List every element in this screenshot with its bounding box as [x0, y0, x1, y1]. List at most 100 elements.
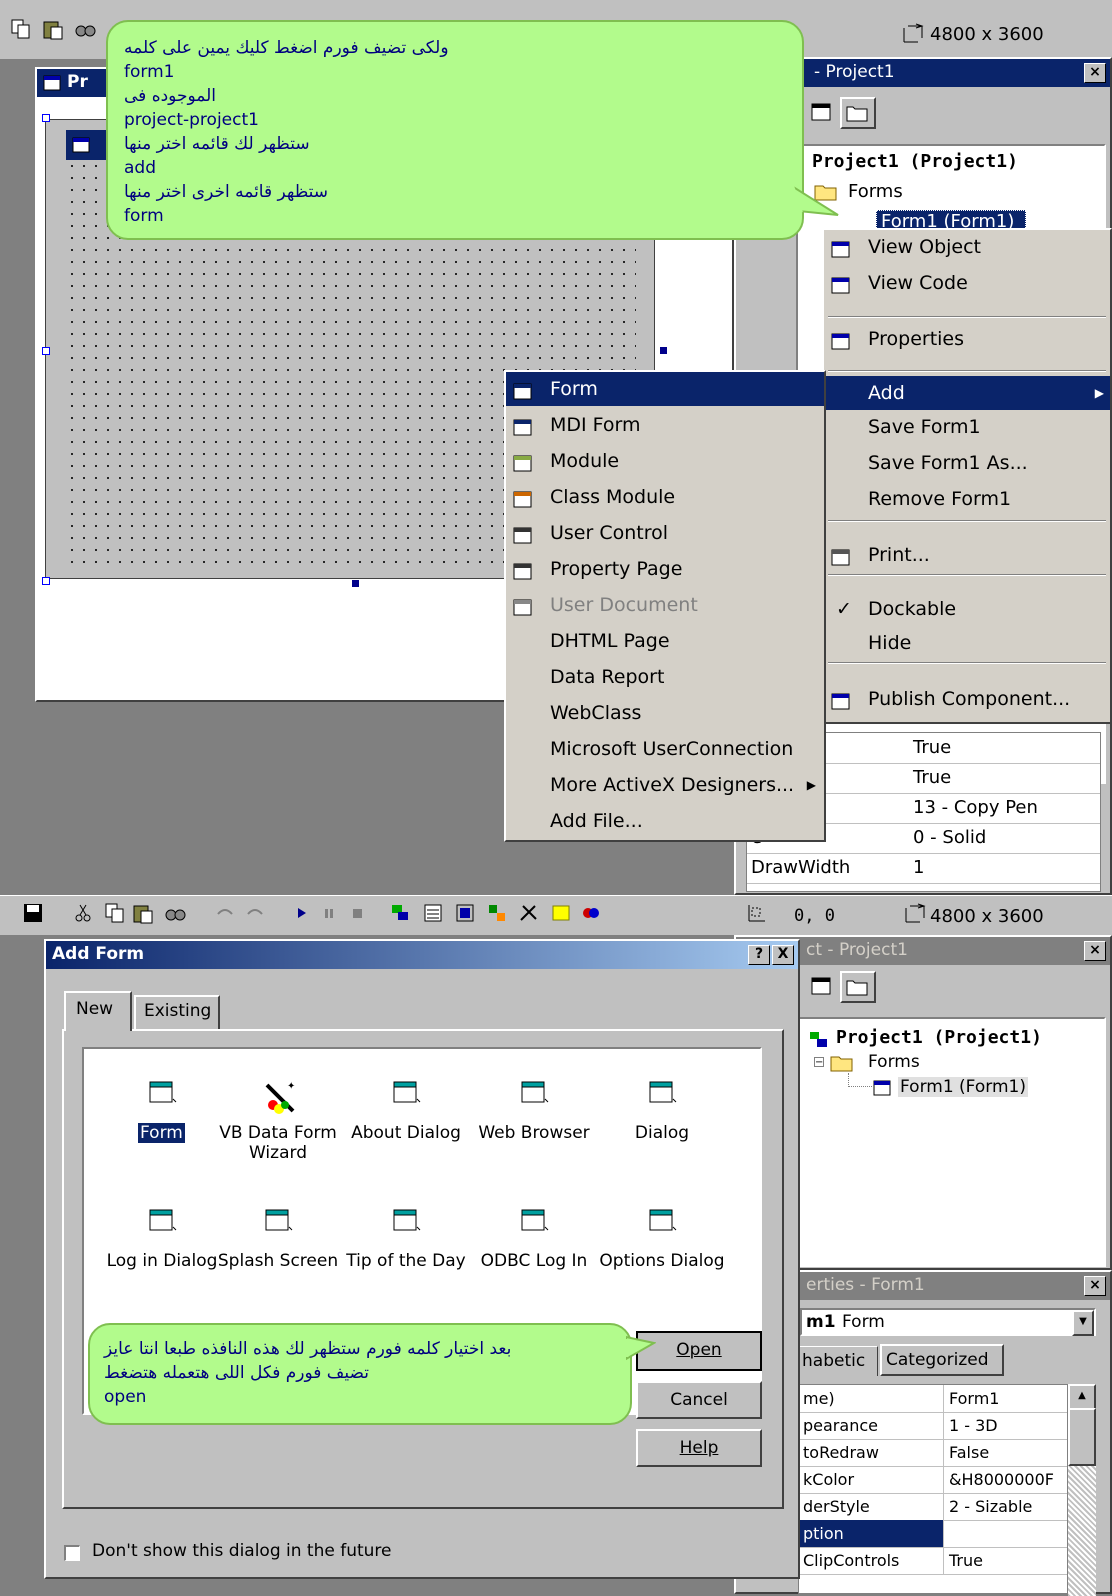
mdi-form-icon [512, 415, 534, 436]
property-row[interactable]: me) Form1 [799, 1385, 1067, 1413]
paste-icon[interactable] [132, 902, 154, 924]
add-submenu-item[interactable]: WebClass [506, 696, 824, 730]
template-item[interactable]: Web Browser [470, 1079, 598, 1189]
close-icon[interactable]: X [772, 945, 794, 965]
properties-scrollbar[interactable]: ▲ [1068, 1384, 1096, 1596]
project-explorer-icon[interactable] [390, 902, 412, 924]
property-row[interactable]: derStyle 2 - Sizable [799, 1493, 1067, 1521]
close-icon[interactable]: × [1084, 941, 1106, 961]
help-question-icon[interactable]: ? [748, 945, 770, 965]
view-form-icon[interactable] [806, 99, 836, 127]
add-submenu-item[interactable]: Module [506, 444, 824, 478]
tree-root[interactable]: Project1 (Project1) [812, 151, 1018, 172]
template-item[interactable]: Tip of the Day [342, 1207, 470, 1317]
add-submenu-item[interactable]: MDI Form [506, 408, 824, 442]
resize-handle-mr[interactable] [660, 347, 667, 354]
close-icon[interactable]: × [1084, 1276, 1106, 1296]
properties-grid: me) Form1 pearance 1 - 3D toRedraw False kColo… [798, 1384, 1068, 1594]
stop-icon[interactable] [346, 902, 368, 924]
add-submenu-item[interactable]: Data Report [506, 660, 824, 694]
resize-handle-tl[interactable] [42, 114, 50, 122]
tab-categorized[interactable]: Categorized [880, 1344, 1004, 1376]
add-submenu-item[interactable]: Microsoft UserConnection [506, 732, 824, 766]
context-menu-item[interactable]: Print... [824, 538, 1110, 572]
context-menu-label: Save Form1 As... [868, 452, 1028, 474]
context-menu-item[interactable]: Properties [824, 322, 1110, 356]
property-row[interactable]: ClipControls True [799, 1547, 1067, 1575]
cut-icon[interactable] [72, 902, 94, 924]
context-menu-item[interactable]: View Object [824, 230, 1110, 264]
tree-forms-folder[interactable]: Forms [868, 1052, 920, 1072]
tree-form1-item[interactable]: Form1 (Form1) [898, 1077, 1028, 1097]
object-browser-icon[interactable] [486, 902, 508, 924]
context-menu-item[interactable]: Remove Form1 [824, 482, 1110, 516]
template-item[interactable]: Dialog [598, 1079, 726, 1189]
form-layout-icon[interactable] [454, 902, 476, 924]
copy-icon[interactable] [104, 902, 126, 924]
paste-icon[interactable] [42, 18, 64, 40]
add-submenu-item[interactable]: Add File... [506, 804, 824, 838]
save-icon[interactable] [22, 902, 44, 924]
context-menu-item[interactable]: Add ▶ [824, 376, 1110, 410]
resize-handle-bm[interactable] [352, 580, 359, 587]
toggle-folders-icon[interactable] [840, 97, 876, 129]
object-selector[interactable]: m1 Form ▼ [800, 1308, 1096, 1336]
add-submenu-item[interactable]: More ActiveX Designers... ▶ [506, 768, 824, 802]
template-item[interactable]: ODBC Log In [470, 1207, 598, 1317]
add-submenu-item[interactable]: User Control [506, 516, 824, 550]
add-submenu-item[interactable]: Form [506, 372, 824, 406]
run-icon[interactable] [290, 902, 312, 924]
tree-root[interactable]: Project1 (Project1) [836, 1027, 1042, 1048]
property-row[interactable]: ption [799, 1520, 1067, 1548]
tab-existing[interactable]: Existing [134, 995, 220, 1029]
cancel-button[interactable]: Cancel [636, 1381, 762, 1419]
help-button[interactable]: Help [636, 1429, 762, 1467]
property-row[interactable]: pearance 1 - 3D [799, 1412, 1067, 1440]
resize-handle-ml[interactable] [42, 347, 50, 355]
toggle-folders-icon[interactable] [840, 971, 876, 1003]
tab-alphabetic[interactable]: habetic [798, 1346, 878, 1376]
dont-show-checkbox[interactable] [64, 1545, 80, 1561]
undo-icon[interactable] [214, 902, 236, 924]
properties-window-icon[interactable] [422, 902, 444, 924]
pause-icon[interactable] [318, 902, 340, 924]
copy-icon[interactable] [10, 18, 32, 40]
component-manager-icon[interactable] [580, 902, 602, 924]
template-item[interactable]: Log in Dialog [98, 1207, 226, 1317]
context-menu-item[interactable]: View Code [824, 266, 1110, 300]
add-submenu-item[interactable]: Class Module [506, 480, 824, 514]
view-form-icon[interactable] [806, 973, 836, 1001]
add-submenu-item[interactable]: DHTML Page [506, 624, 824, 658]
context-menu-label: Save Form1 [868, 416, 981, 438]
property-row[interactable]: DrawWidth 1 [747, 853, 1100, 884]
tab-new[interactable]: New [64, 991, 132, 1031]
property-row[interactable]: toRedraw False [799, 1439, 1067, 1467]
resize-handle-bl[interactable] [42, 577, 50, 585]
find-icon[interactable] [74, 18, 96, 40]
context-menu-item[interactable]: Publish Component... [824, 682, 1110, 716]
template-item[interactable]: Options Dialog [598, 1207, 726, 1317]
property-row[interactable]: kColor &H8000000F [799, 1466, 1067, 1494]
context-menu-item[interactable]: Save Form1 [824, 410, 1110, 444]
context-menu-item[interactable]: Save Form1 As... [824, 446, 1110, 480]
scroll-thumb[interactable] [1068, 1408, 1096, 1466]
context-menu-item[interactable]: Hide [824, 626, 1110, 660]
redo-icon[interactable] [244, 902, 266, 924]
tree-forms-folder[interactable]: Forms [848, 181, 903, 202]
template-item[interactable]: ✦ VB Data Form Wizard [214, 1079, 342, 1189]
find-icon[interactable] [164, 902, 186, 924]
data-view-icon[interactable] [550, 902, 572, 924]
context-menu-item[interactable]: ✓ Dockable [824, 592, 1110, 626]
template-item[interactable]: Form [98, 1079, 226, 1189]
add-submenu-item[interactable]: User Document [506, 588, 824, 622]
template-item[interactable]: Splash Screen [214, 1207, 342, 1317]
close-icon[interactable]: × [1084, 63, 1106, 83]
add-submenu-item[interactable]: Property Page [506, 552, 824, 586]
template-item[interactable]: About Dialog [342, 1079, 470, 1189]
toolbox-icon[interactable] [518, 902, 540, 924]
collapse-icon[interactable]: − [814, 1057, 824, 1068]
chevron-down-icon[interactable]: ▼ [1072, 1310, 1094, 1336]
context-menu-label: Remove Form1 [868, 488, 1012, 510]
dont-show-label[interactable]: Don't show this dialog in the future [92, 1541, 392, 1561]
project-explorer-title: ct - Project1 [806, 940, 908, 960]
